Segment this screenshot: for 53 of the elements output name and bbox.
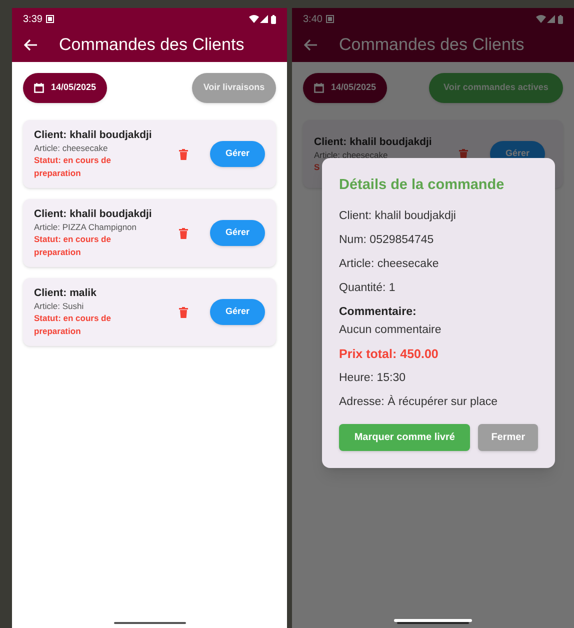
status-text: Statut: en cours de preparation xyxy=(34,312,112,338)
toggle-view-button[interactable]: Voir commandes actives xyxy=(429,73,563,103)
calendar-icon xyxy=(314,83,324,93)
back-arrow-icon xyxy=(304,39,318,51)
client-name: Client: khalil boudjakdji xyxy=(34,128,153,142)
wifi-icon xyxy=(249,15,259,23)
home-indicator[interactable] xyxy=(114,622,186,624)
comment-text: Aucun commentaire xyxy=(339,322,442,337)
detail-text: Heure: 15:30 xyxy=(339,370,406,385)
close-button[interactable]: Fermer xyxy=(478,424,538,451)
app-bar-title: Commandes des Clients xyxy=(339,34,524,56)
status-time: 3:39 xyxy=(23,12,42,26)
wifi-icon xyxy=(536,15,546,23)
date-button[interactable]: 14/05/2025 xyxy=(23,73,108,103)
article-text: Article: PIZZA Champignon xyxy=(34,221,138,233)
comment-heading: Commentaire: xyxy=(339,304,418,319)
status-text: Statut: en cours de preparation xyxy=(34,154,112,180)
signal-icon xyxy=(547,15,555,23)
mark-delivered-button[interactable]: Marquer comme livré xyxy=(339,424,470,451)
status-text: S xyxy=(314,160,321,174)
article-text: Article: Sushi xyxy=(34,300,85,312)
manage-button[interactable]: Gérer xyxy=(210,220,265,246)
app-bar-title: Commandes des Clients xyxy=(59,34,244,56)
notification-icon xyxy=(46,15,54,23)
article-text: Article: cheesecake xyxy=(34,142,109,154)
calendar-icon xyxy=(34,83,44,93)
trash-icon xyxy=(179,228,188,238)
manage-button[interactable]: Gérer xyxy=(210,141,265,167)
signal-icon xyxy=(260,15,268,23)
client-name: Client: malik xyxy=(34,286,98,300)
client-name: Client: khalil boudjakdji xyxy=(34,207,153,221)
article-text: Article: cheesecake xyxy=(314,148,389,160)
battery-icon xyxy=(558,14,563,24)
trash-icon xyxy=(179,306,188,318)
home-indicator[interactable] xyxy=(394,619,472,622)
status-text: Statut: en cours de preparation xyxy=(34,233,112,259)
home-indicator[interactable] xyxy=(397,622,469,624)
detail-text: Client: khalil boudjakdji xyxy=(339,208,457,223)
back-arrow-icon xyxy=(24,39,38,51)
trash-icon xyxy=(179,148,188,160)
date-button[interactable]: 14/05/2025 xyxy=(303,73,388,103)
battery-icon xyxy=(271,14,276,24)
client-name: Client: khalil boudjakdji xyxy=(314,134,433,148)
status-time: 3:40 xyxy=(303,12,322,26)
detail-text: Article: cheesecake xyxy=(339,256,440,271)
manage-button[interactable]: Gérer xyxy=(210,299,265,325)
detail-text: Num: 0529854745 xyxy=(339,232,435,247)
notification-icon xyxy=(326,15,334,23)
dialog-title: Détails de la commande xyxy=(339,176,506,195)
detail-text: Quantité: 1 xyxy=(339,280,396,295)
detail-text: Adresse: À récupérer sur place xyxy=(339,394,499,409)
total-price: Prix total: 450.00 xyxy=(339,346,440,362)
toggle-view-button[interactable]: Voir livraisons xyxy=(192,73,276,103)
